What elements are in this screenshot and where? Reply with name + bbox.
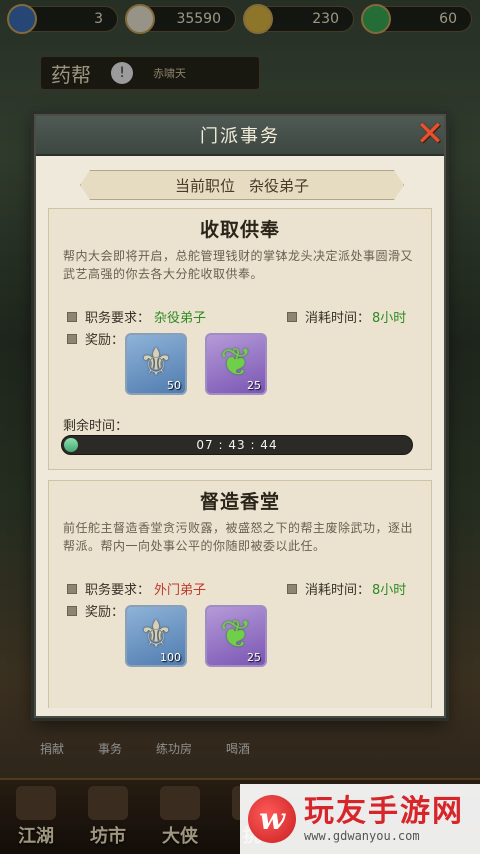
reward-label: 奖励：: [85, 605, 125, 620]
sect-affairs-dialog: 门派事务 ✕ 当前职位 杂役弟子 收取供奉 帮内大会即将开启，总舵管理钱财的掌钵…: [34, 114, 446, 718]
task-list[interactable]: 收取供奉 帮内大会即将开启，总舵管理钱财的掌钵龙头决定派处事圆滑又武艺高强的你去…: [48, 208, 432, 708]
close-icon[interactable]: ✕: [412, 116, 448, 152]
site-watermark: w 玩友手游网 www.gdwanyou.com: [240, 784, 480, 854]
time-cost-row: 消耗时间： 8小时: [287, 307, 406, 326]
reward-item-charm[interactable]: ⚜ 50: [125, 333, 187, 395]
reward-row: 奖励：: [67, 329, 124, 348]
requirement-value: 外门弟子: [154, 583, 207, 598]
task-card[interactable]: 收取供奉 帮内大会即将开启，总舵管理钱财的掌钵龙头决定派处事圆滑又武艺高强的你去…: [48, 208, 432, 470]
bullet-icon: [287, 311, 297, 322]
time-cost-label: 消耗时间：: [305, 311, 371, 326]
requirement-label: 职务要求：: [85, 311, 151, 326]
bullet-icon: [287, 583, 297, 594]
reward-quantity: 25: [247, 379, 261, 392]
requirement-value: 杂役弟子: [154, 311, 207, 326]
watermark-text: 玩友手游网 www.gdwanyou.com: [304, 794, 464, 844]
time-cost-row: 消耗时间： 8小时: [287, 579, 406, 598]
remaining-time-label: 剩余时间：: [63, 419, 129, 434]
bullet-icon: [67, 605, 77, 616]
reward-item-leaf[interactable]: ❦ 25: [205, 605, 267, 667]
reward-label: 奖励：: [85, 333, 125, 348]
watermark-logo-icon: w: [248, 795, 296, 843]
dialog-header: 门派事务: [36, 116, 444, 156]
requirement-row: 职务要求： 杂役弟子: [67, 307, 206, 326]
time-cost-value: 8小时: [372, 583, 407, 598]
dialog-title: 门派事务: [200, 126, 280, 147]
task-progress-bar: 07 : 43 : 44: [61, 435, 413, 455]
reward-quantity: 100: [160, 651, 181, 664]
bullet-icon: [67, 333, 77, 344]
task-card[interactable]: 督造香堂 前任舵主督造香堂贪污败露，被盛怒之下的帮主废除武功，逐出帮派。帮内一向…: [48, 480, 432, 708]
requirement-row: 职务要求： 外门弟子: [67, 579, 206, 598]
bullet-icon: [67, 583, 77, 594]
current-rank-banner: 当前职位 杂役弟子: [80, 170, 404, 200]
reward-item-charm[interactable]: ⚜ 100: [125, 605, 187, 667]
reward-item-leaf[interactable]: ❦ 25: [205, 333, 267, 395]
time-cost-value: 8小时: [372, 311, 407, 326]
watermark-url: www.gdwanyou.com: [304, 829, 420, 843]
time-cost-label: 消耗时间：: [305, 583, 371, 598]
task-description: 帮内大会即将开启，总舵管理钱财的掌钵龙头决定派处事圆滑又武艺高强的你去各大分舵收…: [63, 249, 414, 281]
task-description: 前任舵主督造香堂贪污败露，被盛怒之下的帮主废除武功，逐出帮派。帮内一向处事公平的…: [63, 521, 414, 553]
watermark-title: 玩友手游网: [304, 794, 464, 829]
reward-row: 奖励：: [67, 601, 124, 620]
rank-value: 杂役弟子: [249, 176, 310, 195]
task-title: 督造香堂: [199, 491, 280, 513]
rank-label: 当前职位: [174, 176, 235, 195]
reward-quantity: 50: [167, 379, 181, 392]
requirement-label: 职务要求：: [85, 583, 151, 598]
remaining-time: 07 : 43 : 44: [196, 438, 278, 452]
reward-quantity: 25: [247, 651, 261, 664]
task-title: 收取供奉: [199, 219, 280, 241]
bullet-icon: [67, 311, 77, 322]
